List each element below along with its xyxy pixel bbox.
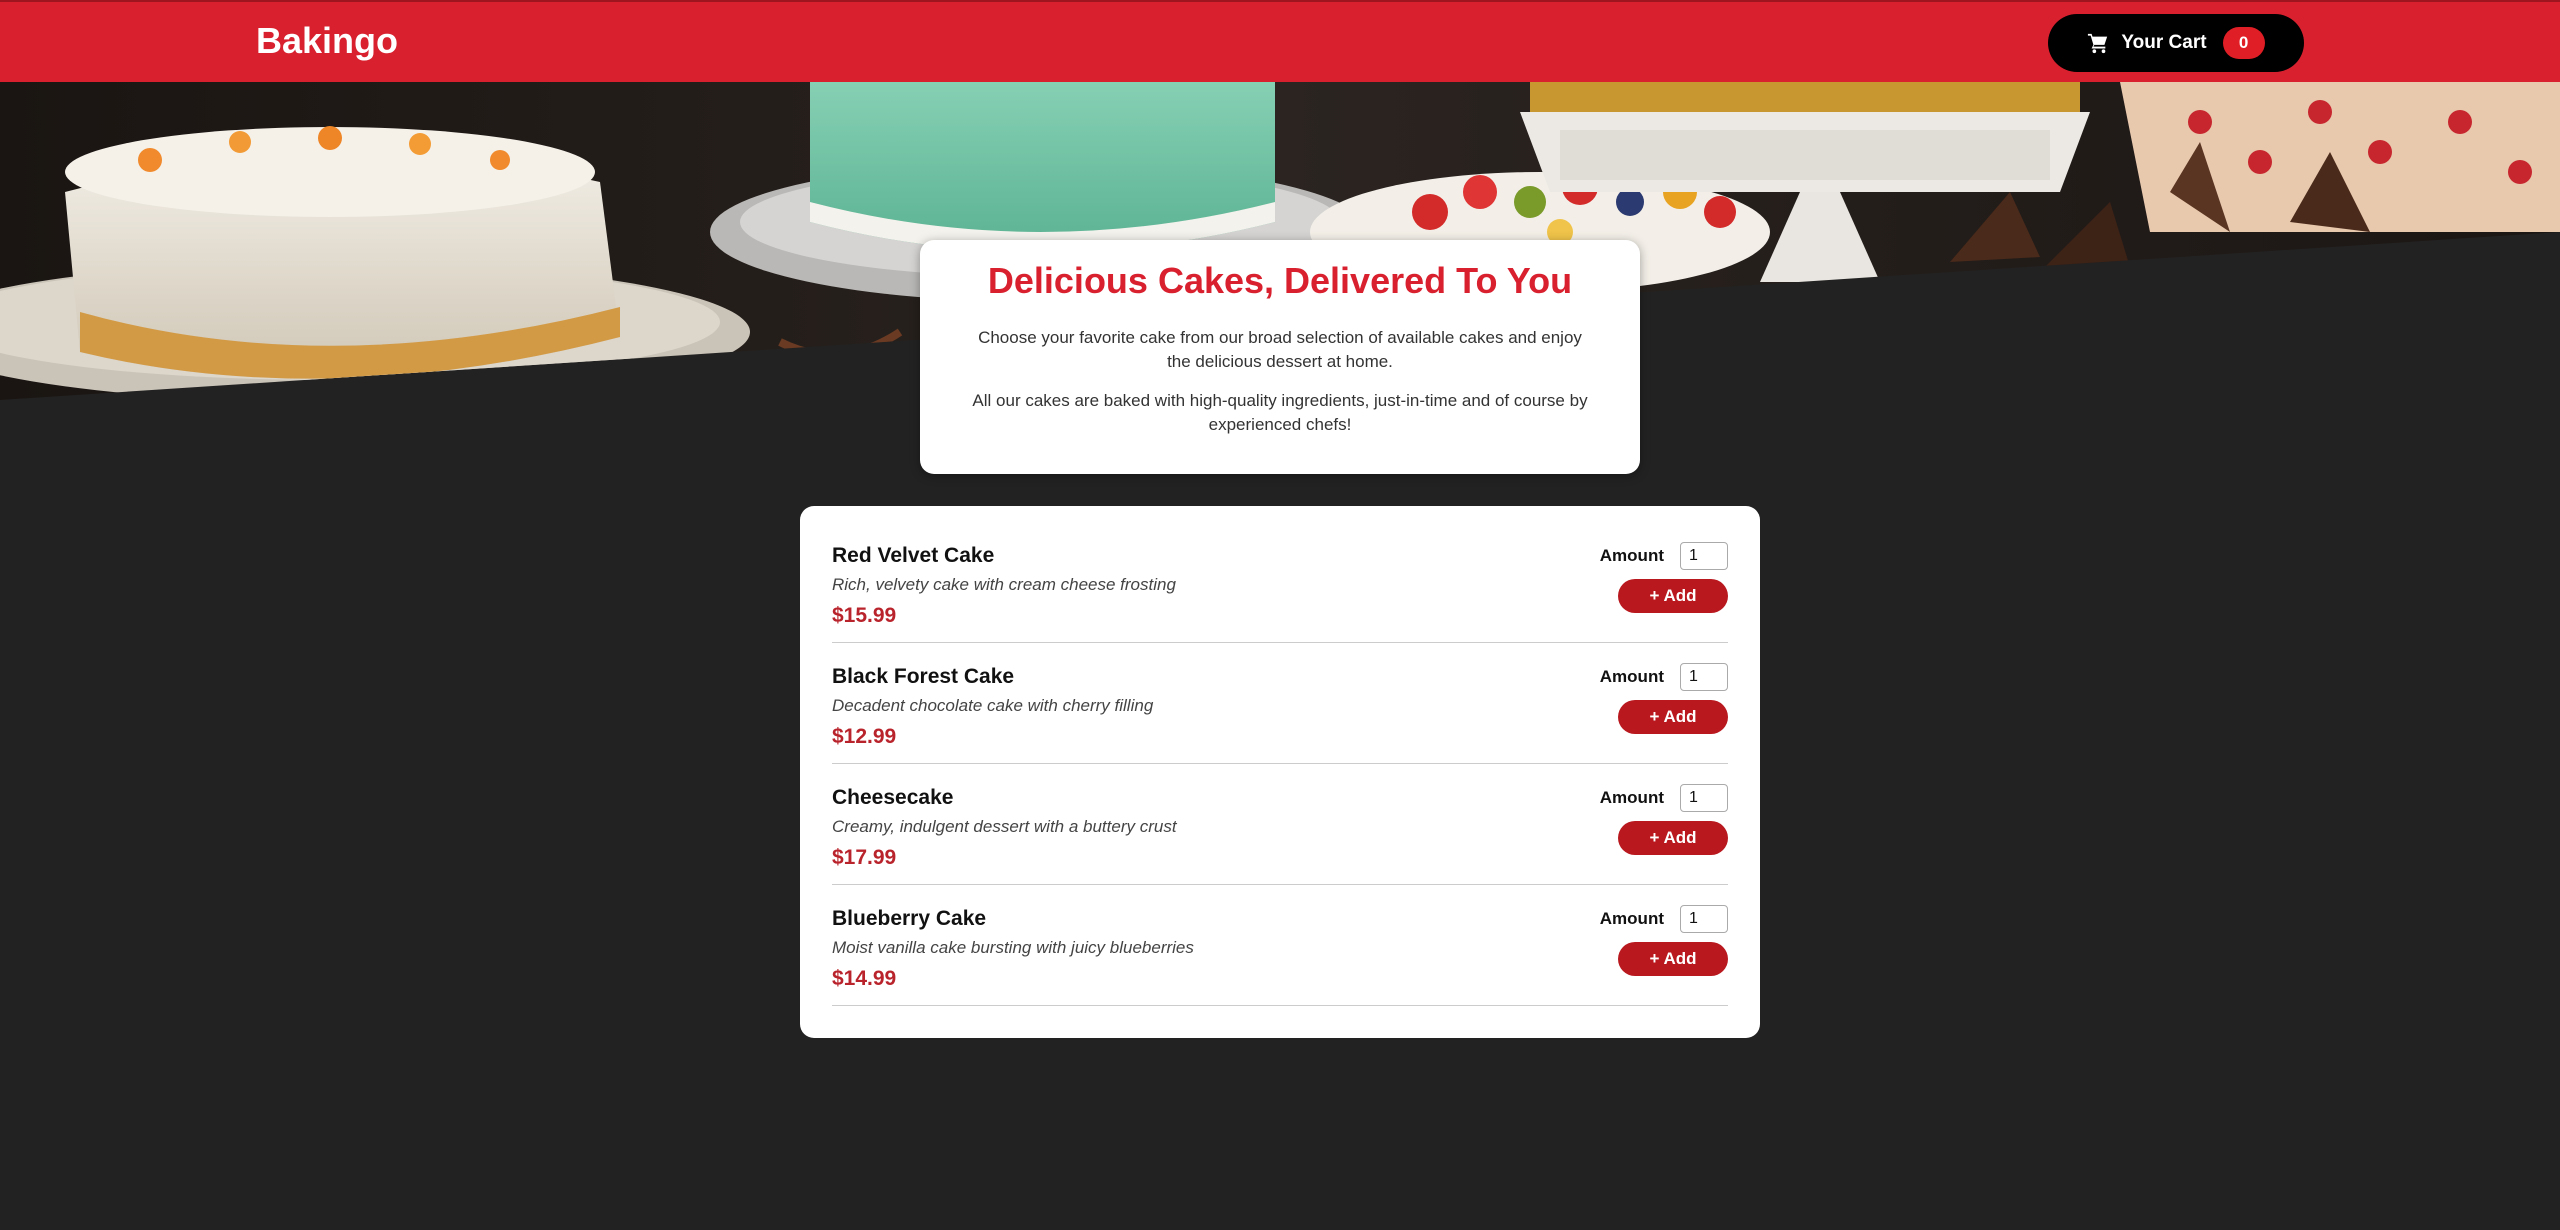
- cart-count-badge: 0: [2222, 27, 2265, 59]
- amount-input[interactable]: [1680, 784, 1728, 812]
- amount-input[interactable]: [1680, 905, 1728, 933]
- cart-icon: [2088, 33, 2108, 54]
- meal-description: Moist vanilla cake bursting with juicy b…: [832, 938, 1194, 957]
- add-button[interactable]: + Add: [1618, 579, 1728, 613]
- amount-input[interactable]: [1680, 663, 1728, 691]
- meal-description: Creamy, indulgent dessert with a buttery…: [832, 817, 1177, 836]
- amount-label: Amount: [1599, 909, 1664, 928]
- meal-description: Rich, velvety cake with cream cheese fro…: [832, 575, 1176, 594]
- meal-item: Blueberry Cake Moist vanilla cake bursti…: [832, 885, 1728, 1006]
- site-header: Bakingo Your Cart 0: [0, 0, 2560, 82]
- meal-name: Black Forest Cake: [832, 665, 1015, 688]
- amount-label: Amount: [1599, 667, 1664, 686]
- amount-input[interactable]: [1680, 542, 1728, 570]
- meal-name: Red Velvet Cake: [832, 544, 995, 567]
- summary-paragraph: All our cakes are baked with high-qualit…: [972, 391, 1588, 434]
- meal-item: Red Velvet Cake Rich, velvety cake with …: [832, 522, 1728, 643]
- meal-price: $14.99: [832, 967, 897, 990]
- meal-price: $12.99: [832, 725, 897, 748]
- summary-paragraph: Choose your favorite cake from our broad…: [978, 328, 1582, 371]
- meal-price: $15.99: [832, 604, 897, 627]
- meal-item: Black Forest Cake Decadent chocolate cak…: [832, 643, 1728, 764]
- meal-name: Blueberry Cake: [832, 907, 987, 930]
- add-button[interactable]: + Add: [1618, 700, 1728, 734]
- summary-card: Delicious Cakes, Delivered To You Choose…: [920, 240, 1640, 474]
- meal-name: Cheesecake: [832, 786, 954, 809]
- cart-label: Your Cart: [2121, 32, 2207, 53]
- summary-title: Delicious Cakes, Delivered To You: [987, 260, 1573, 301]
- add-button[interactable]: + Add: [1618, 942, 1728, 976]
- cart-button[interactable]: Your Cart 0: [2048, 14, 2304, 72]
- amount-label: Amount: [1599, 546, 1664, 565]
- amount-label: Amount: [1599, 788, 1664, 807]
- brand-logo[interactable]: Bakingo: [256, 20, 398, 62]
- meals-list: Red Velvet Cake Rich, velvety cake with …: [800, 506, 1760, 1038]
- meal-item: Cheesecake Creamy, indulgent dessert wit…: [832, 764, 1728, 885]
- add-button[interactable]: + Add: [1618, 821, 1728, 855]
- meal-description: Decadent chocolate cake with cherry fill…: [832, 696, 1154, 715]
- meal-price: $17.99: [832, 846, 897, 869]
